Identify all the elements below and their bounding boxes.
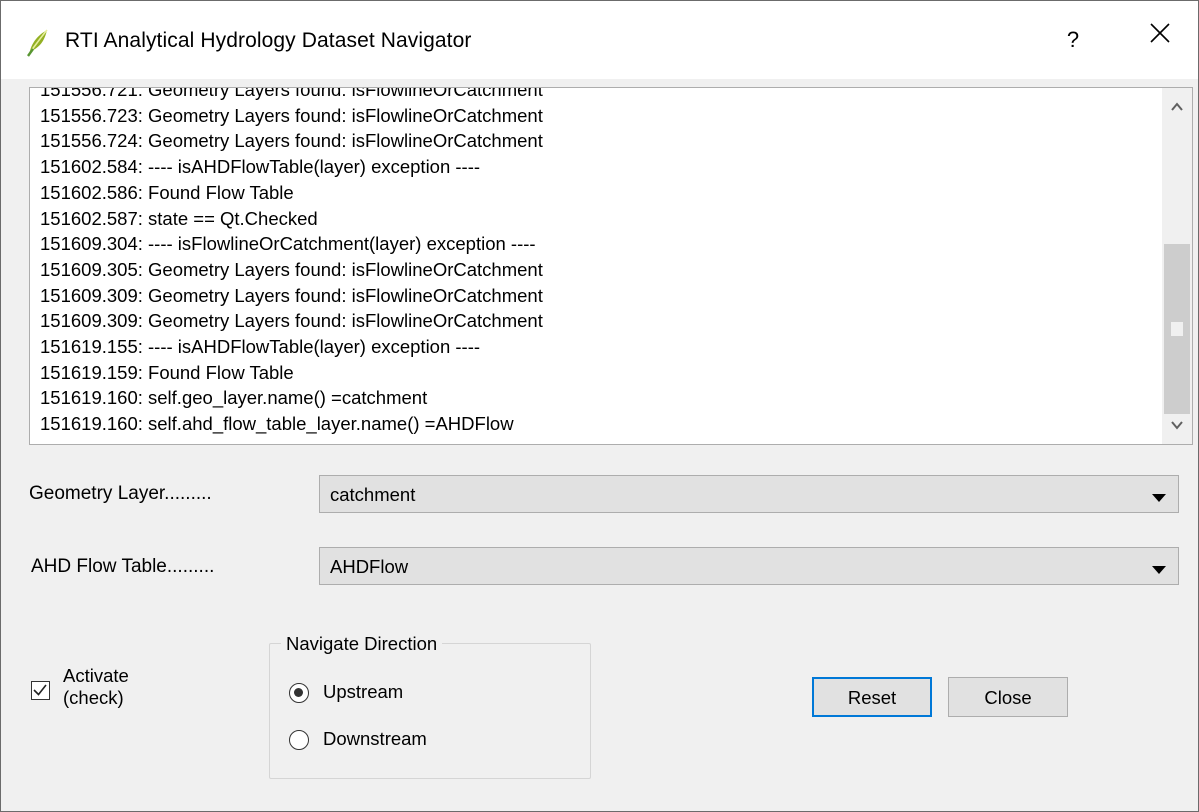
- log-line: 151609.309: Geometry Layers found: isFlo…: [40, 284, 543, 306]
- geometry-layer-combobox[interactable]: catchment: [319, 475, 1179, 513]
- log-line: 151602.586: Found Flow Table: [40, 181, 294, 203]
- dialog-window: RTI Analytical Hydrology Dataset Navigat…: [0, 0, 1199, 812]
- flow-table-combobox[interactable]: AHDFlow: [319, 547, 1179, 585]
- log-output-textarea[interactable]: 151556.721: Geometry Layers found: isFlo…: [29, 87, 1193, 445]
- log-line: 151619.159: Found Flow Table: [40, 361, 294, 383]
- log-line: 151602.584: ---- isAHDFlowTable(layer) e…: [40, 156, 481, 178]
- navigate-direction-groupbox: [269, 643, 591, 779]
- scroll-up-arrow-icon[interactable]: [1162, 92, 1192, 122]
- log-line: 151556.723: Geometry Layers found: isFlo…: [40, 104, 543, 126]
- window-title: RTI Analytical Hydrology Dataset Navigat…: [65, 29, 472, 52]
- title-bar: RTI Analytical Hydrology Dataset Navigat…: [1, 1, 1198, 79]
- close-window-icon[interactable]: [1137, 17, 1183, 63]
- dropdown-arrow-icon: [1152, 562, 1166, 580]
- geometry-layer-label: Geometry Layer.........: [29, 483, 212, 504]
- log-line: 151619.160: self.ahd_flow_table_layer.na…: [40, 413, 514, 435]
- flow-table-value: AHDFlow: [330, 556, 409, 577]
- log-line: 151609.305: Geometry Layers found: isFlo…: [40, 258, 543, 280]
- scroll-thumb[interactable]: [1164, 244, 1190, 414]
- scroll-down-arrow-icon[interactable]: [1162, 410, 1192, 440]
- log-line: 151609.304: ---- isFlowlineOrCatchment(l…: [40, 233, 536, 255]
- downstream-label[interactable]: Downstream: [323, 728, 427, 750]
- upstream-label[interactable]: Upstream: [323, 681, 403, 703]
- log-line: 151619.160: self.geo_layer.name() =catch…: [40, 387, 428, 409]
- geometry-layer-value: catchment: [330, 484, 416, 505]
- activate-label-line2: (check): [63, 687, 124, 708]
- log-line: 151619.155: ---- isAHDFlowTable(layer) e…: [40, 336, 481, 358]
- qgis-leaf-icon: [25, 27, 51, 57]
- dropdown-arrow-icon: [1152, 490, 1166, 508]
- activate-label[interactable]: Activate (check): [63, 665, 129, 709]
- close-button[interactable]: Close: [948, 677, 1068, 717]
- log-line: 151556.721: Geometry Layers found: isFlo…: [40, 87, 543, 100]
- log-line: 151602.587: state == Qt.Checked: [40, 207, 318, 229]
- activate-label-line1: Activate: [63, 665, 129, 686]
- navigate-direction-title: Navigate Direction: [281, 633, 443, 655]
- log-line: 151556.724: Geometry Layers found: isFlo…: [40, 130, 543, 152]
- flow-table-label: AHD Flow Table.........: [31, 556, 215, 577]
- help-button[interactable]: ?: [1053, 17, 1093, 63]
- upstream-radio[interactable]: [289, 683, 309, 703]
- log-line: 151609.309: Geometry Layers found: isFlo…: [40, 310, 543, 332]
- reset-button[interactable]: Reset: [812, 677, 932, 717]
- vertical-scrollbar[interactable]: [1162, 88, 1192, 444]
- thumb-grip: [1171, 322, 1183, 336]
- downstream-radio[interactable]: [289, 730, 309, 750]
- log-lines: 151556.721: Geometry Layers found: isFlo…: [40, 87, 1150, 437]
- radio-selected-dot: [294, 688, 303, 697]
- activate-checkbox[interactable]: [31, 681, 50, 700]
